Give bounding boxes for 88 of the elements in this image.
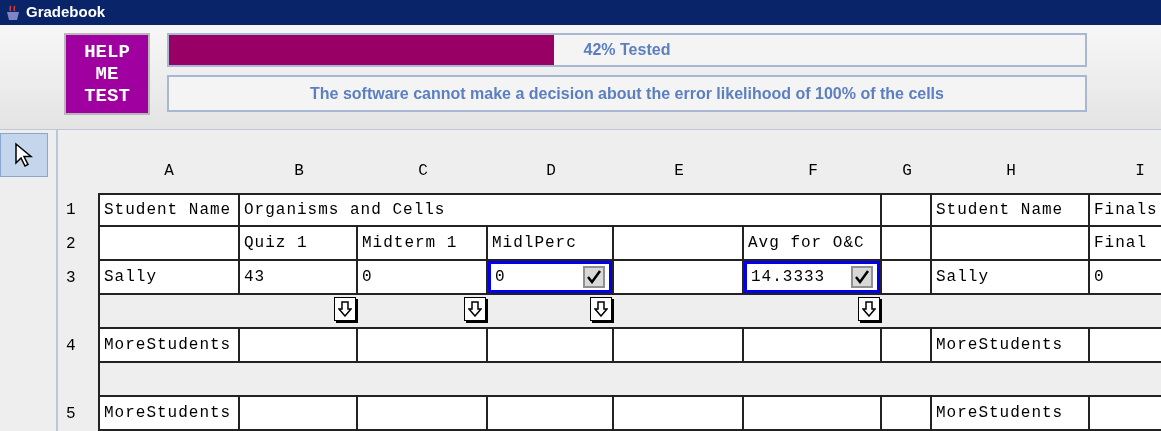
table-cell[interactable] bbox=[882, 193, 932, 227]
column-header: H bbox=[1006, 161, 1016, 182]
table-cell[interactable]: Sally bbox=[932, 261, 1090, 295]
table-cell[interactable]: Avg for O&C bbox=[744, 227, 882, 261]
table-cell[interactable]: Student Name bbox=[932, 193, 1090, 227]
table-cell[interactable] bbox=[488, 397, 614, 431]
down-arrow-button[interactable] bbox=[464, 297, 486, 321]
table-cell[interactable] bbox=[358, 397, 488, 431]
row-number: 5 bbox=[66, 404, 76, 425]
table-cell[interactable]: Organisms and Cells bbox=[240, 193, 882, 227]
table-cell[interactable] bbox=[614, 227, 744, 261]
column-header: D bbox=[546, 161, 556, 182]
table-cell[interactable] bbox=[932, 227, 1090, 261]
column-header: C bbox=[418, 161, 428, 182]
cell-text: MoreStudents bbox=[104, 335, 232, 356]
cell-text: MoreStudents bbox=[104, 403, 232, 424]
table-cell[interactable]: MidlPerc bbox=[488, 227, 614, 261]
table-cell[interactable]: Midterm 1 bbox=[358, 227, 488, 261]
cell-text: Avg for O&C bbox=[748, 233, 865, 254]
table-cell[interactable] bbox=[882, 397, 932, 431]
down-arrow-button[interactable] bbox=[590, 297, 612, 321]
row-number: 4 bbox=[66, 336, 76, 357]
cell-text: Finals bbox=[1094, 200, 1158, 221]
table-cell[interactable]: Quiz 1 bbox=[240, 227, 358, 261]
table-cell[interactable]: MoreStudents bbox=[932, 397, 1090, 431]
table-cell[interactable] bbox=[98, 227, 240, 261]
table-cell[interactable]: Student Name bbox=[98, 193, 240, 227]
cell-text: Sally bbox=[936, 267, 989, 288]
column-header: E bbox=[674, 161, 684, 182]
row-number: 1 bbox=[66, 200, 76, 221]
cell-text: Organisms and Cells bbox=[244, 200, 446, 221]
pointer-tool-button[interactable] bbox=[0, 133, 48, 177]
table-cell[interactable]: Final bbox=[1090, 227, 1161, 261]
table-cell[interactable]: Sally bbox=[98, 261, 240, 295]
table-cell[interactable] bbox=[744, 329, 882, 363]
cell-text: Midterm 1 bbox=[362, 233, 458, 254]
cell-text: Student Name bbox=[936, 200, 1064, 221]
cell-text: Final bbox=[1094, 233, 1147, 254]
checkbox[interactable] bbox=[583, 266, 605, 288]
table-cell[interactable] bbox=[882, 227, 932, 261]
cell-text: MoreStudents bbox=[936, 335, 1064, 356]
column-header: F bbox=[808, 161, 818, 182]
down-arrow-button[interactable] bbox=[334, 297, 356, 321]
table-cell[interactable] bbox=[1090, 397, 1161, 431]
column-header: B bbox=[294, 161, 304, 182]
table-cell[interactable]: MoreStudents bbox=[932, 329, 1090, 363]
cell-text: 0 bbox=[1094, 267, 1105, 288]
table-cell[interactable] bbox=[882, 329, 932, 363]
table-cell[interactable] bbox=[358, 329, 488, 363]
table-cell[interactable]: 0 bbox=[488, 261, 614, 295]
table-cell[interactable] bbox=[240, 397, 358, 431]
cell-text: 0 bbox=[362, 267, 373, 288]
table-cell[interactable]: 0 bbox=[358, 261, 488, 295]
pointer-icon bbox=[14, 142, 34, 168]
table-cell[interactable] bbox=[1090, 329, 1161, 363]
table-cell[interactable] bbox=[614, 261, 744, 295]
table-cell[interactable]: MoreStudents bbox=[98, 329, 240, 363]
table-cell[interactable]: 14.3333 bbox=[744, 261, 882, 295]
column-header: A bbox=[164, 161, 174, 182]
cell-text: MoreStudents bbox=[936, 403, 1064, 424]
table-cell[interactable] bbox=[488, 329, 614, 363]
table-cell[interactable] bbox=[882, 261, 932, 295]
table-cell[interactable] bbox=[240, 329, 358, 363]
checkbox[interactable] bbox=[851, 266, 873, 288]
cell-text: Quiz 1 bbox=[244, 233, 308, 254]
table-cell[interactable]: MoreStudents bbox=[98, 397, 240, 431]
table-cell[interactable]: 0 bbox=[1090, 261, 1161, 295]
cell-text: Student Name bbox=[104, 200, 232, 221]
table-cell[interactable]: Finals bbox=[1090, 193, 1161, 227]
cell-text: MidlPerc bbox=[492, 233, 577, 254]
status-message: The software cannot make a decision about the error likelihood of 100% of the cells bbox=[167, 75, 1087, 112]
down-arrow-button[interactable] bbox=[858, 297, 880, 321]
row-number: 3 bbox=[66, 268, 76, 289]
table-cell[interactable] bbox=[614, 397, 744, 431]
column-header: G bbox=[902, 161, 912, 182]
cell-text: 0 bbox=[495, 267, 506, 288]
row-number: 2 bbox=[66, 234, 76, 255]
window-title: Gradebook bbox=[26, 2, 106, 23]
table-cell[interactable] bbox=[614, 329, 744, 363]
table-cell[interactable] bbox=[744, 397, 882, 431]
cell-text: Sally bbox=[104, 267, 157, 288]
app-icon bbox=[4, 3, 22, 22]
column-header: I bbox=[1135, 161, 1145, 182]
help-me-test-button[interactable]: HELP ME TEST bbox=[64, 33, 150, 115]
cell-text: 14.3333 bbox=[751, 267, 826, 288]
cell-text: 43 bbox=[244, 267, 266, 288]
progress-label: 42% Tested bbox=[582, 40, 672, 60]
table-cell[interactable]: 43 bbox=[240, 261, 358, 295]
